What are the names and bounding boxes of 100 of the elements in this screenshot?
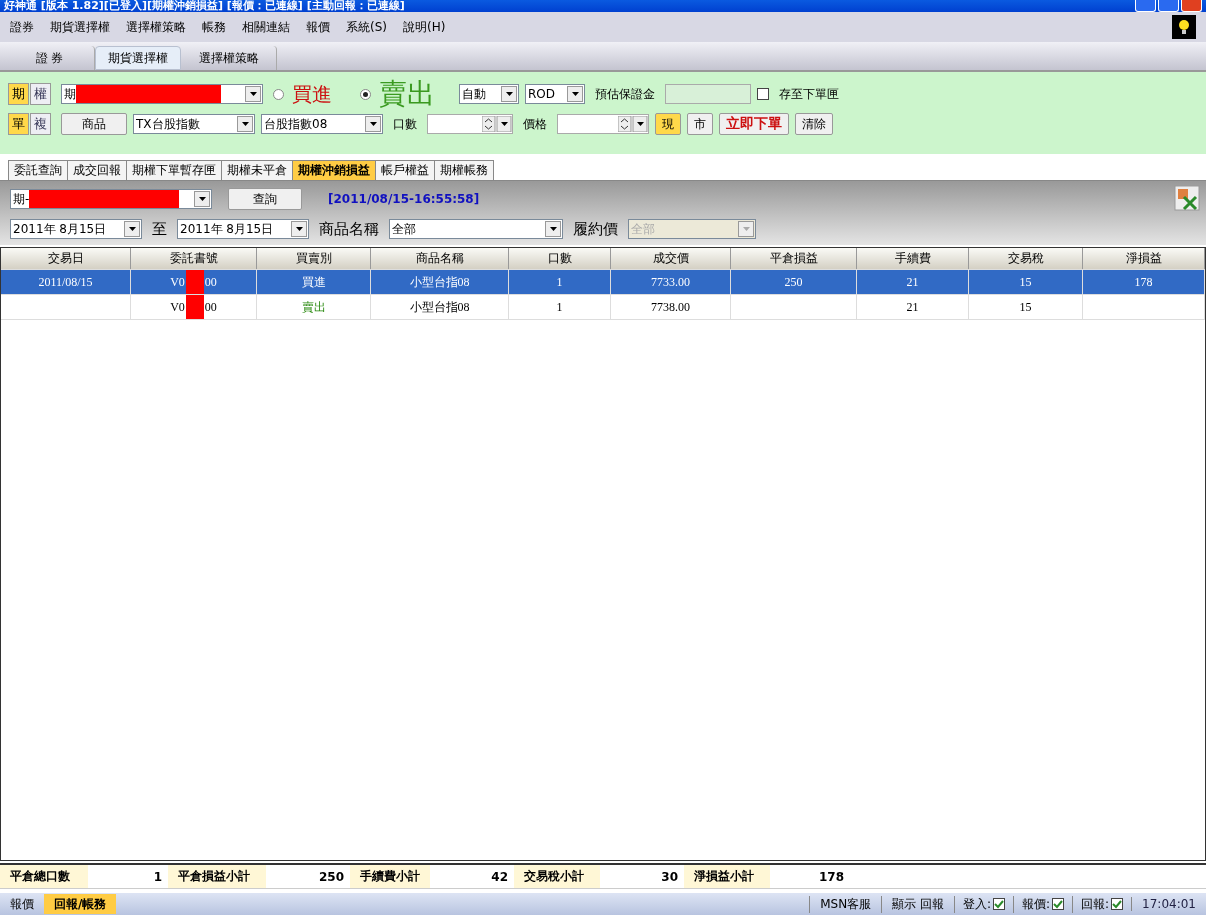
menu-item[interactable]: 選擇權策略 (126, 18, 186, 36)
quantity-label: 口數 (393, 115, 417, 133)
timestamp: [2011/08/15-16:55:58] (328, 192, 480, 206)
column-header[interactable]: 淨損益 (1083, 248, 1205, 269)
checkbox[interactable] (757, 88, 769, 100)
caret-icon (198, 197, 206, 201)
table-cell: 15 (969, 295, 1083, 319)
excel-export-icon[interactable] (1174, 185, 1200, 211)
table-cell: 1 (509, 295, 611, 319)
table-row[interactable]: 2011/08/15 V0 00 買進 小型台指08 1 7733.00 250 21 15 178 (1, 270, 1205, 295)
status-tab[interactable]: 報價 (0, 894, 44, 914)
quantity-field[interactable] (427, 114, 513, 134)
spinner-icon[interactable] (482, 116, 512, 132)
column-header[interactable]: 委託書號 (131, 248, 257, 269)
table-cell: 00 (204, 274, 217, 290)
sub-tab[interactable]: 期權下單暫存匣 (126, 160, 222, 180)
checkbox-label: 存至下單匣 (779, 85, 839, 103)
column-header[interactable]: 交易稅 (969, 248, 1083, 269)
table-cell: 7738.00 (611, 295, 731, 319)
table-cell: 00 (204, 299, 217, 315)
caret-icon (128, 227, 136, 231)
column-header[interactable]: 手續費 (857, 248, 969, 269)
menu-item[interactable]: 相關連結 (242, 18, 290, 36)
summary-value: 178 (817, 868, 845, 886)
status-label: 報價: (1022, 895, 1051, 913)
sub-tab[interactable]: 期權帳務 (434, 160, 494, 180)
sub-tab[interactable]: 成交回報 (67, 160, 127, 180)
menu-item[interactable]: 證券 (10, 18, 34, 36)
caret-icon (571, 92, 579, 96)
table-cell: 21 (857, 270, 969, 294)
product-select[interactable]: TX台股指數 (133, 114, 255, 134)
minimize-button[interactable] (1135, 0, 1156, 12)
table-cell: 250 (731, 270, 857, 294)
product-select[interactable]: 全部 (389, 219, 563, 239)
menu-item[interactable]: 系統(S) (346, 18, 387, 36)
price-type-button[interactable]: 市 (687, 113, 713, 135)
caret-icon (369, 122, 377, 126)
close-button[interactable] (1181, 0, 1202, 12)
mode-toggle[interactable]: 單 (8, 113, 29, 135)
lightbulb-icon[interactable] (1172, 15, 1196, 39)
summary-label: 平倉總口數 (0, 865, 88, 888)
column-header[interactable]: 買賣別 (257, 248, 371, 269)
price-field[interactable] (557, 114, 649, 134)
menu-item[interactable]: 說明(H) (403, 18, 446, 36)
sub-tab[interactable]: 帳戶權益 (375, 160, 435, 180)
sub-tab[interactable]: 期權沖銷損益 (292, 160, 376, 180)
status-item[interactable]: MSN客服 (809, 895, 882, 913)
sub-tab[interactable]: 委託查詢 (8, 160, 68, 180)
to-date-select[interactable]: 2011年 8月15日 (177, 219, 309, 239)
table-cell: 1 (509, 270, 611, 294)
clear-button[interactable]: 清除 (795, 113, 833, 135)
main-tab[interactable]: 選擇權策略 (181, 46, 277, 70)
price-type-button[interactable]: 現 (655, 113, 681, 135)
column-header[interactable]: 口數 (509, 248, 611, 269)
margin-label: 預估保證金 (595, 85, 655, 103)
product-label: 商品名稱 (319, 219, 379, 239)
table-cell: V0 (170, 299, 185, 315)
status-label: 回報: (1081, 895, 1110, 913)
table-cell: 小型台指08 (371, 295, 509, 319)
column-header[interactable]: 商品名稱 (371, 248, 509, 269)
maximize-button[interactable] (1158, 0, 1179, 12)
table-cell: 7733.00 (611, 270, 731, 294)
radio-button[interactable] (273, 88, 284, 100)
submit-button[interactable]: 立即下單 (719, 113, 789, 135)
query-button[interactable]: 查詢 (228, 188, 302, 210)
type-toggle[interactable]: 權 (30, 83, 51, 105)
column-header[interactable]: 成交價 (611, 248, 731, 269)
condition-select[interactable]: ROD (525, 84, 585, 104)
from-date-select[interactable]: 2011年 8月15日 (10, 219, 142, 239)
type-toggle[interactable]: 期 (8, 83, 29, 105)
table-cell: V0 (170, 274, 185, 290)
menu-item[interactable]: 報價 (306, 18, 330, 36)
status-label: 登入: (962, 895, 991, 913)
open-close-select[interactable]: 自動 (459, 84, 519, 104)
mode-toggle[interactable]: 複 (30, 113, 51, 135)
spinner-icon[interactable] (618, 116, 648, 132)
status-tab[interactable]: 回報/帳務 (44, 894, 117, 914)
sub-tab[interactable]: 期權未平倉 (221, 160, 293, 180)
account-select[interactable]: 期 (61, 84, 263, 104)
caret-icon (241, 122, 249, 126)
main-tab[interactable]: 期貨選擇權 (95, 46, 181, 70)
side-label: 買進 (292, 80, 332, 108)
clock: 17:04:01 (1131, 897, 1206, 911)
to-label: 至 (152, 219, 167, 239)
caret-icon (549, 227, 557, 231)
table-row[interactable]: V0 00 賣出 小型台指08 1 7738.00 21 15 (1, 295, 1205, 320)
caret-icon (295, 227, 303, 231)
summary-label: 淨損益小計 (684, 865, 770, 888)
column-header[interactable]: 交易日 (1, 248, 131, 269)
account-select[interactable]: 期- (10, 189, 212, 209)
column-header[interactable]: 平倉損益 (731, 248, 857, 269)
radio-button[interactable] (360, 88, 371, 100)
table-cell: 賣出 (257, 295, 371, 319)
menu-item[interactable]: 帳務 (202, 18, 226, 36)
contract-select[interactable]: 台股指數08 (261, 114, 383, 134)
status-item[interactable]: 顯示 回報 (881, 895, 954, 913)
menu-item[interactable]: 期貨選擇權 (50, 18, 110, 36)
summary-value: 1 (152, 868, 163, 886)
product-button[interactable]: 商品 (61, 113, 127, 135)
strike-label: 履約價 (573, 219, 618, 239)
